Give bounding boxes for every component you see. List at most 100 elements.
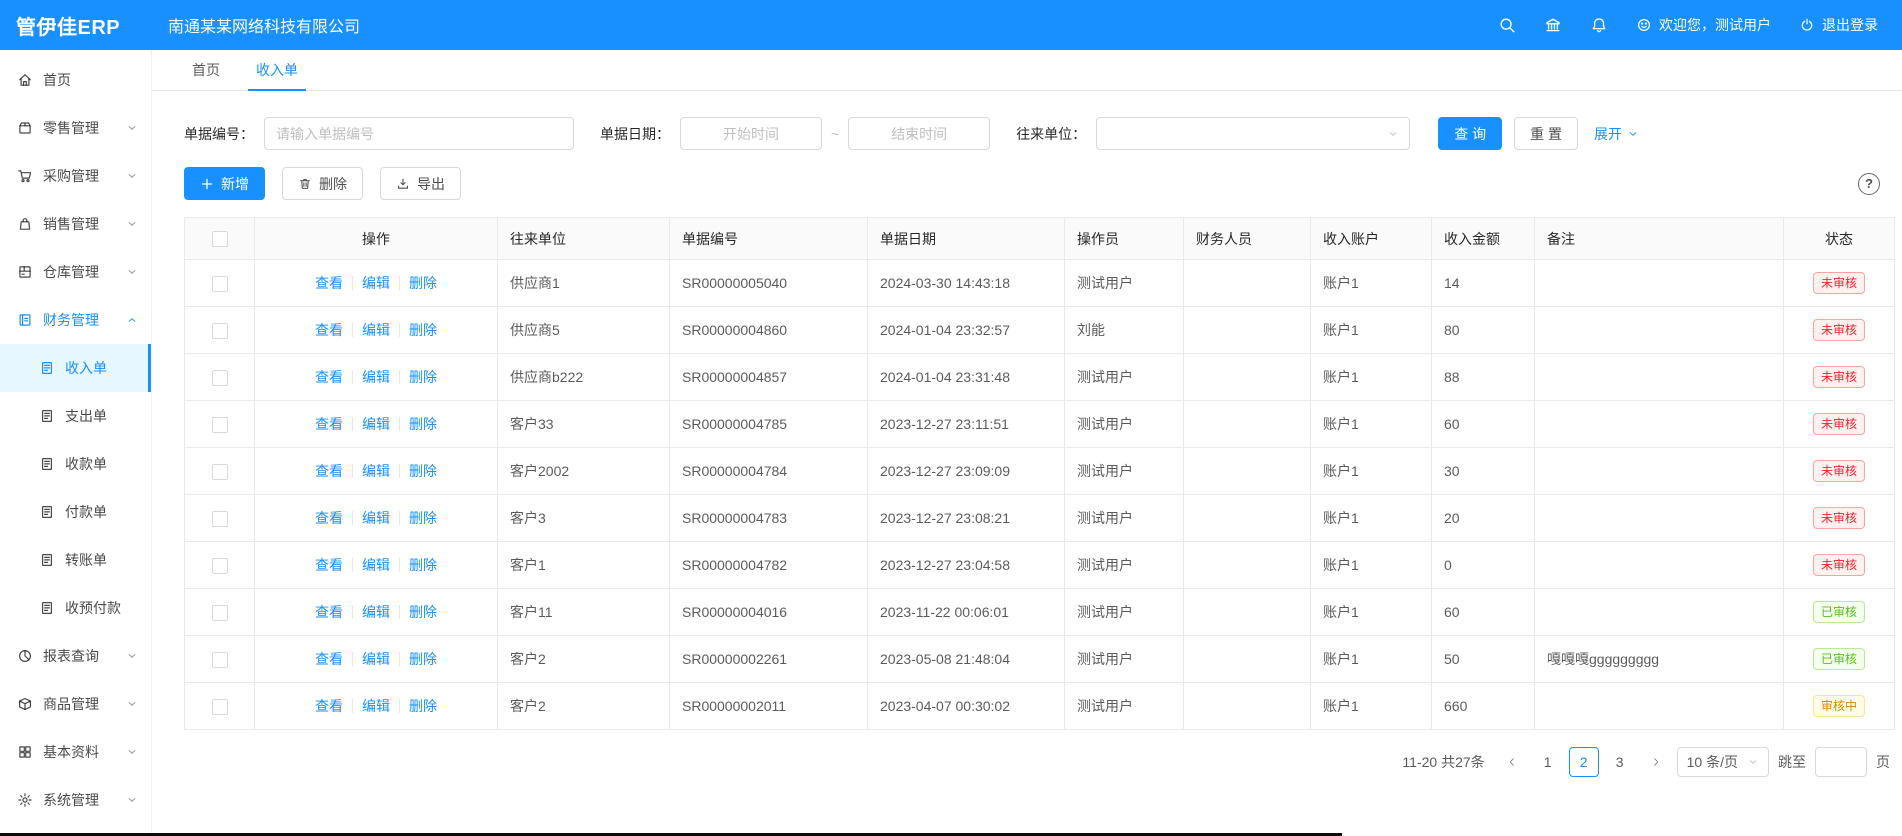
sidebar-item-collection[interactable]: 收款单 [0,440,151,488]
bell-icon[interactable] [1590,16,1608,34]
cell-account: 账户1 [1311,683,1432,730]
row-checkbox[interactable] [212,464,228,480]
doc-no-input[interactable] [264,117,574,150]
row-action-view[interactable]: 查看 [315,557,343,573]
row-action-edit[interactable]: 编辑 [362,557,390,573]
row-action-delete[interactable]: 删除 [409,322,437,338]
next-page-button[interactable] [1644,747,1668,777]
sidebar-item-advance[interactable]: 收预付款 [0,584,151,632]
row-action-edit[interactable]: 编辑 [362,322,390,338]
row-action-delete[interactable]: 删除 [409,557,437,573]
date-end-input[interactable] [848,117,990,150]
sidebar-item-finance[interactable]: 财务管理 [0,296,151,344]
row-action-delete[interactable]: 删除 [409,463,437,479]
table-row: 查看编辑删除客户3SR000000047832023-12-27 23:08:2… [185,495,1895,542]
search-icon[interactable] [1498,16,1516,34]
help-icon[interactable]: ? [1858,173,1880,195]
sidebar-item-system[interactable]: 系统管理 [0,776,151,824]
table-row: 查看编辑删除客户11SR000000040162023-11-22 00:06:… [185,589,1895,636]
sidebar-item-home[interactable]: 首页 [0,56,151,104]
row-action-view[interactable]: 查看 [315,698,343,714]
row-action-edit[interactable]: 编辑 [362,651,390,667]
row-action-view[interactable]: 查看 [315,463,343,479]
cell-account: 账户1 [1311,542,1432,589]
select-all-checkbox[interactable] [212,231,228,247]
partner-select[interactable] [1096,117,1410,150]
cell-finance [1184,448,1311,495]
row-checkbox[interactable] [212,605,228,621]
action-divider [399,699,400,713]
sidebar-item-expense[interactable]: 支出单 [0,392,151,440]
row-checkbox[interactable] [212,511,228,527]
logout-button[interactable]: 退出登录 [1799,15,1878,35]
row-action-view[interactable]: 查看 [315,651,343,667]
row-action-delete[interactable]: 删除 [409,698,437,714]
export-button[interactable]: 导出 [380,167,461,200]
table-row: 查看编辑删除客户2002SR000000047842023-12-27 23:0… [185,448,1895,495]
bank-icon[interactable] [1544,16,1562,34]
page-size-select[interactable]: 10 条/页 [1677,747,1769,777]
row-action-edit[interactable]: 编辑 [362,369,390,385]
reset-button[interactable]: 重 置 [1514,117,1578,150]
sidebar-item-goods[interactable]: 商品管理 [0,680,151,728]
chevron-down-icon [126,170,138,182]
row-checkbox[interactable] [212,652,228,668]
row-action-edit[interactable]: 编辑 [362,416,390,432]
tab-income[interactable]: 收入单 [238,50,316,90]
status-badge: 未审核 [1813,554,1865,576]
row-action-edit[interactable]: 编辑 [362,698,390,714]
row-action-delete[interactable]: 删除 [409,275,437,291]
row-action-delete[interactable]: 删除 [409,369,437,385]
goods-icon [17,696,33,712]
tab-home[interactable]: 首页 [174,50,238,90]
sidebar-item-retail[interactable]: 零售管理 [0,104,151,152]
row-checkbox[interactable] [212,276,228,292]
row-action-view[interactable]: 查看 [315,416,343,432]
sidebar-item-payment[interactable]: 付款单 [0,488,151,536]
cell-doc-no: SR00000004860 [670,307,868,354]
row-action-delete[interactable]: 删除 [409,416,437,432]
row-checkbox[interactable] [212,417,228,433]
prev-page-button[interactable] [1500,747,1524,777]
row-action-edit[interactable]: 编辑 [362,275,390,291]
row-checkbox[interactable] [212,370,228,386]
sidebar-item-sales[interactable]: 销售管理 [0,200,151,248]
row-action-view[interactable]: 查看 [315,322,343,338]
expand-link[interactable]: 展开 [1594,124,1639,144]
row-checkbox[interactable] [212,558,228,574]
sidebar-item-warehouse[interactable]: 仓库管理 [0,248,151,296]
sidebar-item-basic[interactable]: 基本资料 [0,728,151,776]
sidebar-item-report[interactable]: 报表查询 [0,632,151,680]
row-action-edit[interactable]: 编辑 [362,463,390,479]
row-action-view[interactable]: 查看 [315,604,343,620]
row-checkbox[interactable] [212,699,228,715]
row-action-view[interactable]: 查看 [315,510,343,526]
date-start-input[interactable] [680,117,822,150]
sidebar-item-income[interactable]: 收入单 [0,344,151,392]
cell-operator: 测试用户 [1065,448,1184,495]
row-action-view[interactable]: 查看 [315,369,343,385]
chevron-down-icon [126,122,138,134]
page-button-3[interactable]: 3 [1605,747,1635,777]
row-action-delete[interactable]: 删除 [409,651,437,667]
content: 单据编号： 单据日期： ~ 往来单位： 查 询 重 置 展开 [152,91,1902,836]
select-all-header [185,218,255,260]
tabbar: 首页收入单 [152,50,1902,91]
add-button[interactable]: 新增 [184,167,265,200]
user-welcome[interactable]: 欢迎您，测试用户 [1636,15,1771,35]
delete-button[interactable]: 删除 [282,167,363,200]
action-divider [352,558,353,572]
sidebar-item-purchase[interactable]: 采购管理 [0,152,151,200]
page-button-1[interactable]: 1 [1533,747,1563,777]
row-action-delete[interactable]: 删除 [409,604,437,620]
row-checkbox[interactable] [212,323,228,339]
jump-input[interactable] [1815,747,1867,777]
row-action-view[interactable]: 查看 [315,275,343,291]
search-button[interactable]: 查 询 [1438,117,1502,150]
row-action-delete[interactable]: 删除 [409,510,437,526]
row-action-edit[interactable]: 编辑 [362,604,390,620]
chevron-down-icon [126,266,138,278]
row-action-edit[interactable]: 编辑 [362,510,390,526]
sidebar-item-transfer[interactable]: 转账单 [0,536,151,584]
page-button-2[interactable]: 2 [1569,747,1599,777]
